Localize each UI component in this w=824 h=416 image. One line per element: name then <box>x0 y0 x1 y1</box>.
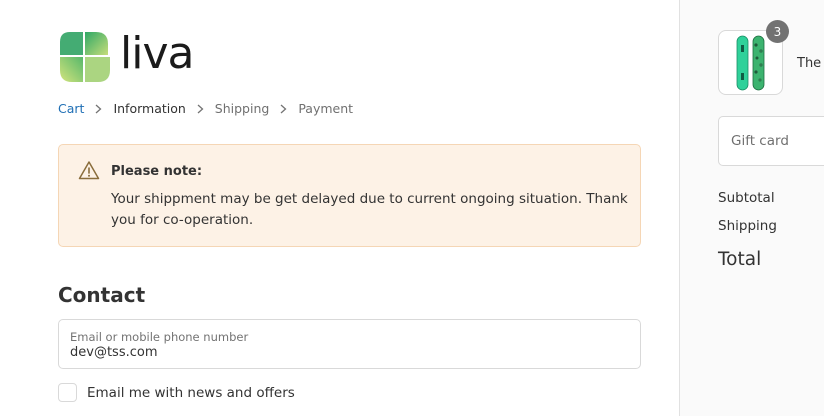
brand-logo[interactable]: liva <box>58 28 194 84</box>
shipping-notice-banner: Please note: Your shippment may be get d… <box>58 144 641 247</box>
contact-heading: Contact <box>58 283 146 307</box>
warning-icon <box>78 160 100 184</box>
notice-body: Your shippment may be get delayed due to… <box>111 191 628 228</box>
order-summary-sidebar: 3 The I Subtotal Shipping Total <box>679 0 824 416</box>
email-field[interactable]: Email or mobile phone number <box>58 319 641 369</box>
chevron-right-icon <box>95 104 102 114</box>
breadcrumb: Cart Information Shipping Payment <box>58 101 353 116</box>
checkout-main: liva Cart Information Shipping Payment P… <box>0 0 679 416</box>
product-name: The I <box>797 56 824 71</box>
gift-card-input[interactable] <box>731 133 824 149</box>
total-label: Total <box>718 249 762 270</box>
newsletter-checkbox[interactable] <box>58 383 77 402</box>
newsletter-option[interactable]: Email me with news and offers <box>58 383 295 402</box>
subtotal-label: Subtotal <box>718 190 775 206</box>
newsletter-label[interactable]: Email me with news and offers <box>87 385 295 401</box>
chevron-right-icon <box>280 104 287 114</box>
email-input[interactable] <box>70 345 620 360</box>
breadcrumb-payment: Payment <box>298 101 354 116</box>
gift-card-field[interactable] <box>718 116 824 166</box>
brand-name: liva <box>120 28 194 79</box>
chevron-right-icon <box>197 104 204 114</box>
breadcrumb-cart[interactable]: Cart <box>58 101 84 116</box>
breadcrumb-shipping: Shipping <box>214 101 270 116</box>
breadcrumb-information: Information <box>113 101 186 116</box>
email-field-label: Email or mobile phone number <box>70 330 249 344</box>
notice-title: Please note: <box>111 164 203 179</box>
quantity-badge: 3 <box>766 20 789 43</box>
shipping-label: Shipping <box>718 218 777 234</box>
logo-mark-icon <box>60 32 110 82</box>
